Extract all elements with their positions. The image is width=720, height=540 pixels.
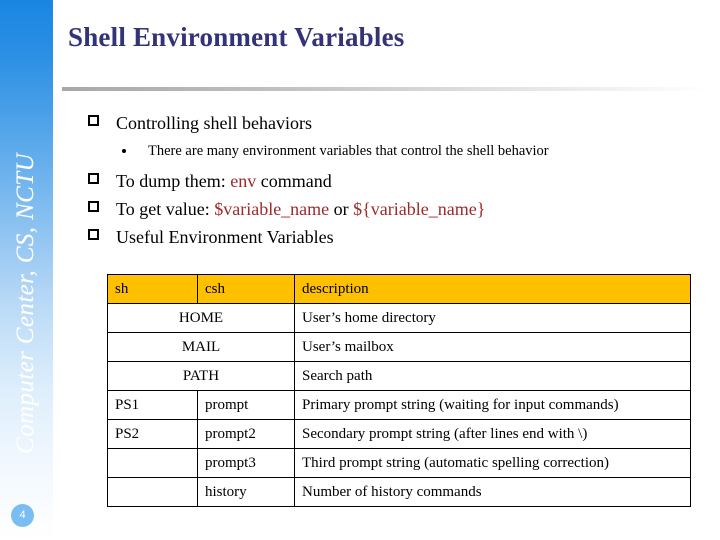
title-divider	[62, 87, 707, 91]
code-variable-name: $variable_name	[214, 199, 330, 219]
table-row: HOME User’s home directory	[107, 303, 691, 333]
cell-description: Secondary prompt string (after lines end…	[294, 419, 691, 449]
round-bullet-icon	[122, 149, 126, 153]
page-number-badge: 4	[11, 504, 34, 527]
column-header-description: description	[294, 274, 691, 304]
table-row: MAIL User’s mailbox	[107, 332, 691, 362]
slide-canvas: Computer Center, CS, NCTU 4 Shell Enviro…	[0, 0, 720, 540]
cell-sh: PS2	[107, 419, 198, 449]
table-header: sh csh description	[107, 274, 691, 304]
bullet-text-prefix: To dump them:	[116, 171, 231, 191]
cell-sh: PS1	[107, 390, 198, 420]
table-body: HOME User’s home directory MAIL User’s mail…	[107, 303, 691, 507]
bullet-text: Controlling shell behaviors	[116, 113, 312, 133]
bullet-dump-env: To dump them: env command	[88, 170, 703, 192]
column-header-sh: sh	[107, 274, 198, 304]
bullet-text-prefix: To get value:	[116, 199, 215, 219]
cell-description: User’s mailbox	[294, 332, 691, 362]
cell-sh	[107, 448, 198, 478]
sidebar-banner: Computer Center, CS, NCTU 4	[0, 0, 53, 540]
bullet-text: Useful Environment Variables	[116, 227, 334, 247]
cell-description: User’s home directory	[294, 303, 691, 333]
bullet-text-mid: or	[329, 199, 354, 219]
square-bullet-icon	[88, 115, 99, 126]
cell-description: Primary prompt string (waiting for input…	[294, 390, 691, 420]
bullet-get-value: To get value: $variable_name or ${variab…	[88, 198, 703, 220]
cell-csh: prompt2	[197, 419, 295, 449]
sub-bullet-env-variables: There are many environment variables tha…	[88, 141, 703, 161]
cell-description: Third prompt string (automatic spelling …	[294, 448, 691, 478]
cell-csh: prompt	[197, 390, 295, 420]
cell-csh: history	[197, 477, 295, 507]
sidebar-vertical-label: Computer Center, CS, NCTU	[12, 152, 39, 454]
cell-variable-name: PATH	[107, 361, 295, 391]
cell-description: Search path	[294, 361, 691, 391]
bullet-text-suffix: command	[256, 171, 332, 191]
bullet-controlling-shell-behaviors: Controlling shell behaviors	[88, 112, 703, 134]
table-row: PATH Search path	[107, 361, 691, 391]
bullet-useful-env-variables: Useful Environment Variables	[88, 226, 703, 248]
square-bullet-icon	[88, 201, 99, 212]
page-title: Shell Environment Variables	[68, 22, 405, 52]
table-header-row: sh csh description	[107, 274, 691, 304]
table-row: PS2 prompt2 Secondary prompt string (after…	[107, 419, 691, 449]
cell-description: Number of history commands	[294, 477, 691, 507]
slide-body: Controlling shell behaviors There are ma…	[88, 112, 703, 254]
square-bullet-icon	[88, 173, 99, 184]
sub-bullet-text: There are many environment variables tha…	[148, 143, 549, 159]
cell-sh	[107, 477, 198, 507]
code-variable-name-braces: ${variable_name}	[353, 199, 486, 219]
cell-variable-name: HOME	[107, 303, 295, 333]
table-row: prompt3 Third prompt string (automatic sp…	[107, 448, 691, 478]
square-bullet-icon	[88, 229, 99, 240]
environment-variables-table: sh csh description HOME User’s home direc…	[107, 274, 691, 507]
table-row: PS1 prompt Primary prompt string (waiting …	[107, 390, 691, 420]
cell-csh: prompt3	[197, 448, 295, 478]
column-header-csh: csh	[197, 274, 295, 304]
cell-variable-name: MAIL	[107, 332, 295, 362]
table-row: history Number of history commands	[107, 477, 691, 507]
code-env: env	[230, 171, 257, 191]
